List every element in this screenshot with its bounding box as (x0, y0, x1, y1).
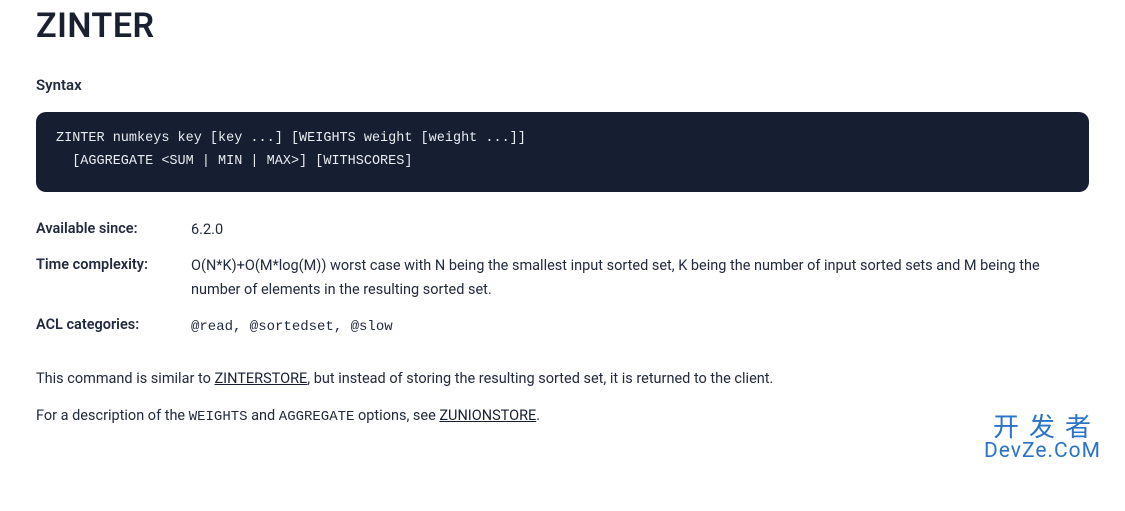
body-paragraph-1: This command is similar to ZINTERSTORE, … (36, 367, 1089, 390)
meta-value: @read, @sortedset, @slow (191, 314, 1089, 339)
text: , but instead of storing the resulting s… (307, 370, 773, 387)
link-zunionstore[interactable]: ZUNIONSTORE (439, 407, 536, 424)
syntax-heading: Syntax (36, 76, 1089, 94)
meta-row-time-complexity: Time complexity: O(N*K)+O(M*log(M)) wors… (36, 254, 1089, 302)
syntax-code-block: ZINTER numkeys key [key ...] [WEIGHTS we… (36, 112, 1089, 192)
watermark-line-2: DevZe.CoM (984, 440, 1101, 462)
code-weights: WEIGHTS (189, 409, 248, 425)
meta-value: O(N*K)+O(M*log(M)) worst case with N bei… (191, 254, 1089, 302)
meta-row-acl: ACL categories: @read, @sortedset, @slow (36, 314, 1089, 339)
meta-table: Available since: 6.2.0 Time complexity: … (36, 218, 1089, 339)
text: . (536, 407, 540, 424)
meta-label: Available since: (36, 218, 191, 240)
body-paragraph-2: For a description of the WEIGHTS and AGG… (36, 404, 1089, 428)
text: and (248, 407, 279, 424)
doc-page: ZINTER Syntax ZINTER numkeys key [key ..… (0, 0, 1125, 472)
meta-label: ACL categories: (36, 314, 191, 336)
meta-value: 6.2.0 (191, 218, 1089, 242)
acl-code: @read, @sortedset, @slow (191, 319, 393, 335)
page-title: ZINTER (36, 6, 1089, 46)
text: This command is similar to (36, 370, 214, 387)
code-aggregate: AGGREGATE (279, 409, 355, 425)
text: options, see (354, 407, 439, 424)
meta-label: Time complexity: (36, 254, 191, 276)
link-zinterstore[interactable]: ZINTERSTORE (214, 370, 307, 387)
text: For a description of the (36, 407, 189, 424)
meta-row-available-since: Available since: 6.2.0 (36, 218, 1089, 242)
